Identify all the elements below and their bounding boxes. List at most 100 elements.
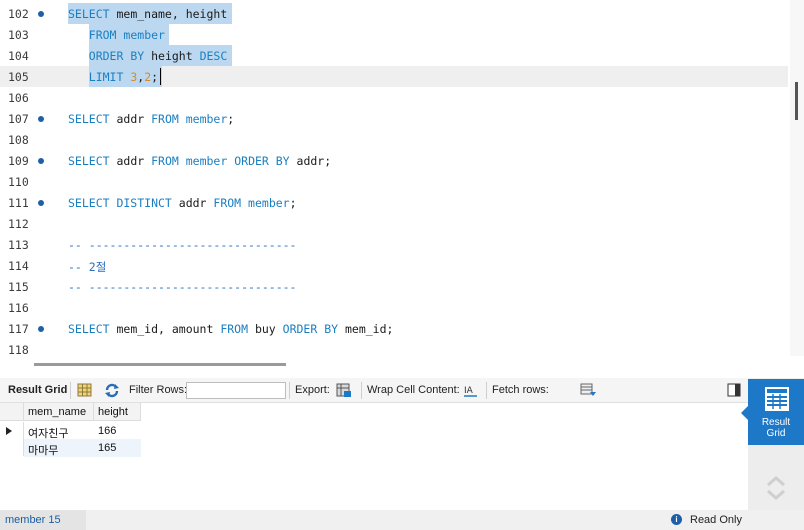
line-number: 112 (8, 217, 29, 231)
scrollbar-thumb[interactable] (34, 363, 286, 366)
sql-text: buy (248, 322, 283, 336)
sql-keyword: LIMIT (88, 70, 124, 84)
sql-keyword: FROM (151, 154, 179, 168)
line-number: 110 (8, 175, 29, 189)
row-selector[interactable] (0, 439, 24, 456)
table-cell[interactable]: 166 (94, 422, 141, 440)
code-text: LIMIT 3,2; (68, 70, 158, 84)
wrap-text-icon[interactable]: IA (463, 383, 479, 398)
code-text: -- 2절 (68, 259, 106, 275)
sql-text: addr (171, 196, 214, 210)
sql-keyword: SELECT (68, 7, 110, 21)
sql-keyword: DESC (199, 49, 228, 63)
statement-marker-icon[interactable] (38, 326, 44, 332)
code-line[interactable]: 103 FROM member (0, 24, 788, 45)
code-line[interactable]: 113 -- ------------------------------ (0, 234, 788, 255)
editor-vertical-scrollbar[interactable] (790, 0, 804, 356)
code-line[interactable]: 107 SELECT addr FROM member; (0, 108, 788, 129)
sql-text: addr (109, 154, 152, 168)
statement-marker-icon[interactable] (38, 11, 44, 17)
line-number: 117 (8, 322, 29, 336)
filter-rows-input[interactable] (186, 382, 286, 399)
toolbar-divider (70, 382, 71, 399)
sql-text: addr (109, 112, 152, 126)
row-selector[interactable] (0, 422, 24, 439)
table-cell[interactable]: 마마무 (24, 439, 94, 457)
sql-keyword: member (185, 154, 228, 168)
result-tab-member[interactable]: member 15 (0, 510, 86, 530)
refresh-icon[interactable] (104, 383, 120, 398)
code-text: SELECT addr FROM member; (68, 112, 234, 126)
column-header-height[interactable]: height (94, 403, 141, 421)
line-number: 116 (8, 301, 29, 315)
sql-keyword: ORDER BY (88, 49, 145, 63)
sql-text: ; (151, 70, 159, 84)
result-grid[interactable]: mem_name height 여자친구 166 마마무 165 (0, 403, 748, 510)
line-number: 113 (8, 238, 29, 252)
sql-text: addr; (289, 154, 332, 168)
code-text: -- ------------------------------ (68, 238, 296, 252)
sql-keyword: SELECT (68, 112, 110, 126)
statement-marker-icon[interactable] (38, 200, 44, 206)
sql-keyword: SELECT (68, 154, 110, 168)
column-header-mem-name[interactable]: mem_name (24, 403, 94, 421)
line-number: 103 (8, 28, 29, 42)
statement-marker-icon[interactable] (38, 116, 44, 122)
toolbar-divider (486, 382, 487, 399)
code-line[interactable]: 102 SELECT mem_name, height (0, 3, 788, 24)
code-line[interactable]: 116 (0, 297, 788, 318)
line-number: 107 (8, 112, 29, 126)
code-line[interactable]: 112 (0, 213, 788, 234)
fetch-rows-icon[interactable] (580, 383, 596, 398)
statement-marker-icon[interactable] (38, 158, 44, 164)
result-grid-button[interactable]: Result Grid (741, 379, 804, 445)
read-only-label: Read Only (690, 514, 742, 526)
code-line[interactable]: 108 (0, 129, 788, 150)
code-text: SELECT addr FROM member ORDER BY addr; (68, 154, 331, 168)
svg-text:IA: IA (464, 386, 474, 396)
code-text: SELECT mem_id, amount FROM buy ORDER BY … (68, 322, 393, 336)
toolbar-divider (361, 382, 362, 399)
code-line[interactable]: 110 (0, 171, 788, 192)
editor-horizontal-scrollbar[interactable] (0, 356, 804, 378)
line-number: 111 (8, 196, 29, 210)
sql-editor[interactable]: 102 SELECT mem_name, height 103 FROM membe… (0, 0, 804, 356)
grid-view-icon[interactable] (77, 383, 93, 398)
line-number: 109 (8, 154, 29, 168)
result-side-panel: Result Grid (741, 378, 804, 510)
export-icon[interactable] (336, 383, 352, 398)
result-grid-button-label-1: Result (761, 417, 791, 428)
toggle-panel-icon[interactable] (727, 383, 741, 397)
grid-corner (0, 403, 24, 421)
table-cell[interactable]: 165 (94, 439, 141, 457)
line-number: 115 (8, 280, 29, 294)
code-line[interactable]: 114 -- 2절 (0, 255, 788, 276)
sql-keyword: FROM (213, 196, 242, 210)
code-line[interactable]: 115 -- ------------------------------ (0, 276, 788, 297)
code-line[interactable]: 111 SELECT DISTINCT addr FROM member; (0, 192, 788, 213)
code-line[interactable]: 105 LIMIT 3,2; (0, 66, 788, 87)
result-grid-button-label-2: Grid (766, 428, 786, 439)
line-number: 102 (8, 7, 29, 21)
sql-keyword: FROM (220, 322, 249, 336)
scrollbar-thumb[interactable] (795, 82, 798, 120)
filter-rows-label: Filter Rows: (129, 384, 188, 396)
table-cell[interactable]: 여자친구 (24, 422, 94, 440)
panel-scroll-arrows-icon[interactable] (765, 474, 787, 502)
code-line[interactable]: 118 (0, 339, 788, 356)
sql-text: ; (289, 196, 297, 210)
code-line[interactable]: 109 SELECT addr FROM member ORDER BY addr… (0, 150, 788, 171)
code-line[interactable]: 106 (0, 87, 788, 108)
result-toolbar: Result Grid Filter Rows: Export: Wrap Ce… (0, 378, 748, 403)
export-label: Export: (295, 384, 330, 396)
code-line[interactable]: 104 ORDER BY height DESC (0, 45, 788, 66)
sql-text: mem_id; (338, 322, 394, 336)
line-number: 105 (8, 70, 29, 84)
code-text: SELECT mem_name, height (68, 7, 227, 21)
code-line[interactable]: 117 SELECT mem_id, amount FROM buy ORDER … (0, 318, 788, 339)
